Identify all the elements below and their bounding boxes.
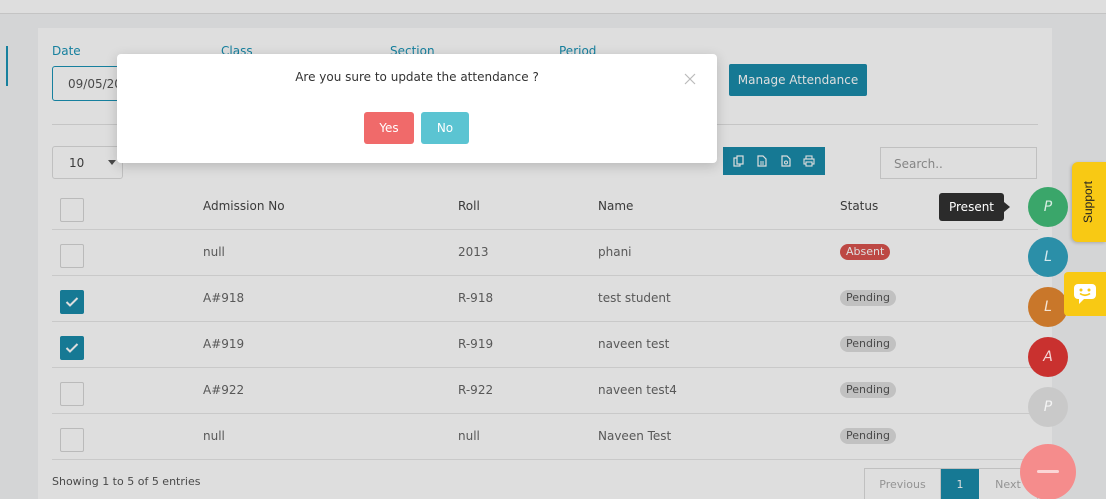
- support-tab[interactable]: Support: [1072, 162, 1106, 242]
- no-button[interactable]: No: [421, 112, 469, 144]
- chat-button[interactable]: [1064, 272, 1106, 316]
- chat-icon: [1074, 284, 1096, 304]
- yes-button[interactable]: Yes: [364, 112, 414, 144]
- fab-absent-button[interactable]: A: [1028, 337, 1068, 377]
- support-label: Support: [1081, 180, 1095, 224]
- dialog-message: Are you sure to update the attendance ?: [295, 70, 539, 84]
- tooltip-arrow: [1004, 202, 1010, 212]
- fab-pending-button[interactable]: P: [1028, 387, 1068, 427]
- fab-tooltip: Present: [939, 193, 1004, 221]
- confirm-dialog: Are you sure to update the attendance ? …: [117, 54, 717, 163]
- fab-present-button[interactable]: P: [1028, 187, 1068, 227]
- fab-main-button[interactable]: [1020, 444, 1076, 499]
- fab-leave-button[interactable]: L: [1028, 237, 1068, 277]
- fab-late-button[interactable]: L: [1028, 287, 1068, 327]
- close-icon[interactable]: [684, 73, 696, 85]
